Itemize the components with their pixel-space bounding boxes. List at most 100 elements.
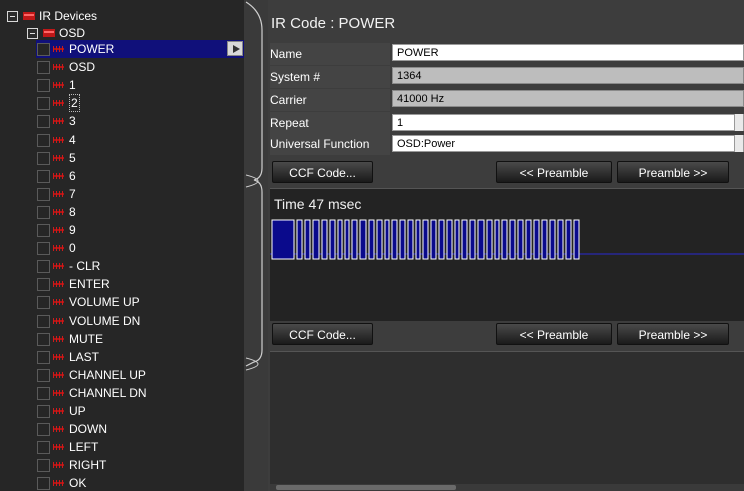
universal-function-value: OSD:Power [397,138,456,150]
ir-code-icon [53,118,64,124]
ir-pulse [337,219,343,260]
tree-item[interactable]: LEFT [0,438,240,456]
tree-root-node[interactable]: IR Devices [0,7,240,25]
universal-function-label: Universal Function [270,133,390,155]
splitter-handle[interactable] [244,0,268,491]
ir-pulse [557,219,564,260]
tree-item[interactable]: 8 [0,203,240,221]
tree-item[interactable]: 6 [0,167,240,185]
dropdown-arrow-icon[interactable] [734,114,743,131]
tree-item[interactable]: OSD [0,58,240,76]
tree-item[interactable]: VOLUME UP [0,293,240,311]
ir-pulse [486,219,493,260]
scrollbar-thumb[interactable] [276,485,456,490]
tree-item[interactable]: 9 [0,221,240,239]
ir-pulse [296,219,303,260]
tree-item[interactable]: ENTER [0,275,240,293]
tree-item[interactable]: 1 [0,76,240,94]
tree-item-checkbox[interactable] [37,315,50,328]
tree-item[interactable]: 7 [0,185,240,203]
tree-item-checkbox[interactable] [37,224,50,237]
ccf-code-button[interactable]: CCF Code... [272,161,373,183]
tree-item-checkbox[interactable] [37,97,50,110]
tree-item-checkbox[interactable] [37,278,50,291]
ir-pulse [359,219,367,260]
ir-pulse [494,219,500,260]
tree-item-label: LAST [69,350,100,364]
ir-code-icon [53,426,64,432]
horizontal-scrollbar[interactable] [270,484,744,491]
ir-code-icon [53,372,64,378]
tree-item-checkbox[interactable] [37,296,50,309]
ir-pulse [517,219,524,260]
tree-item-checkbox[interactable] [37,115,50,128]
tree-item[interactable]: VOLUME DN [0,312,240,330]
device-tree[interactable]: IR Devices OSD POWER OSD 1 2 3 4 5 6 7 8 9 0- CLR EN… [0,0,244,491]
tree-item-checkbox[interactable] [37,369,50,382]
tree-item-checkbox[interactable] [37,260,50,273]
tree-item-label: 3 [69,114,76,128]
repeat-select[interactable]: 1 [392,114,744,131]
panel-splitter[interactable] [244,0,268,491]
ir-code-icon [53,155,64,161]
name-field[interactable]: POWER [392,44,744,61]
tree-item-checkbox[interactable] [37,441,50,454]
tree-item-checkbox[interactable] [37,387,50,400]
tree-item-checkbox[interactable] [37,170,50,183]
tree-item[interactable]: 5 [0,149,240,167]
tree-item-checkbox[interactable] [37,134,50,147]
tree-item-checkbox[interactable] [37,333,50,346]
tree-item-checkbox[interactable] [37,405,50,418]
tree-item-checkbox[interactable] [37,242,50,255]
ir-code-icon [53,263,64,269]
ir-code-title: IR Code : POWER [271,15,396,32]
tree-item[interactable]: 3 [0,112,240,130]
system-field: 1364 [392,67,744,84]
tree-item-checkbox[interactable] [37,188,50,201]
tree-item[interactable]: UP [0,402,240,420]
tree-item[interactable]: CHANNEL DN [0,384,240,402]
tree-item-checkbox[interactable] [37,477,50,490]
secondary-waveform-area [270,351,744,484]
tree-item[interactable]: MUTE [0,330,240,348]
tree-item-label: OSD [69,60,96,74]
tree-item[interactable]: CHANNEL UP [0,366,240,384]
tree-item-checkbox[interactable] [37,152,50,165]
system-label: System # [270,66,390,88]
collapse-icon[interactable] [7,11,18,22]
tree-item-label: CHANNEL DN [69,386,147,400]
carrier-label: Carrier [270,89,390,111]
tree-item-label: LEFT [69,440,99,454]
universal-function-select[interactable]: OSD:Power [392,135,744,152]
tree-item[interactable]: 2 [0,94,240,112]
tree-item[interactable]: OK [0,474,240,491]
ir-code-icon [53,354,64,360]
ccf-code-button-2[interactable]: CCF Code... [272,323,373,345]
tree-item-checkbox[interactable] [37,79,50,92]
tree-item[interactable]: LAST [0,348,240,366]
ir-code-icon [53,173,64,179]
tree-item-checkbox[interactable] [37,423,50,436]
tree-item[interactable]: POWER [0,40,240,58]
tree-item[interactable]: - CLR [0,257,240,275]
tree-item[interactable]: 4 [0,131,240,149]
tree-item-checkbox[interactable] [37,43,50,56]
tree-item-label: 2 [69,94,80,112]
tree-item-label: DOWN [69,422,107,436]
next-preamble-button-2[interactable]: Preamble >> [617,323,729,345]
tree-item[interactable]: DOWN [0,420,240,438]
tree-item-checkbox[interactable] [37,351,50,364]
collapse-icon[interactable] [27,28,38,39]
prev-preamble-button[interactable]: << Preamble [496,161,612,183]
prev-preamble-button-2[interactable]: << Preamble [496,323,612,345]
tree-item[interactable]: 0 [0,239,240,257]
tree-item-checkbox[interactable] [37,206,50,219]
ir-pulse [541,219,548,260]
tree-item-checkbox[interactable] [37,459,50,472]
tree-item-label: CHANNEL UP [69,368,146,382]
ir-pulse [533,219,540,260]
dropdown-arrow-icon[interactable] [734,135,743,152]
tree-item-checkbox[interactable] [37,61,50,74]
tree-item[interactable]: RIGHT [0,456,240,474]
next-preamble-button[interactable]: Preamble >> [617,161,729,183]
